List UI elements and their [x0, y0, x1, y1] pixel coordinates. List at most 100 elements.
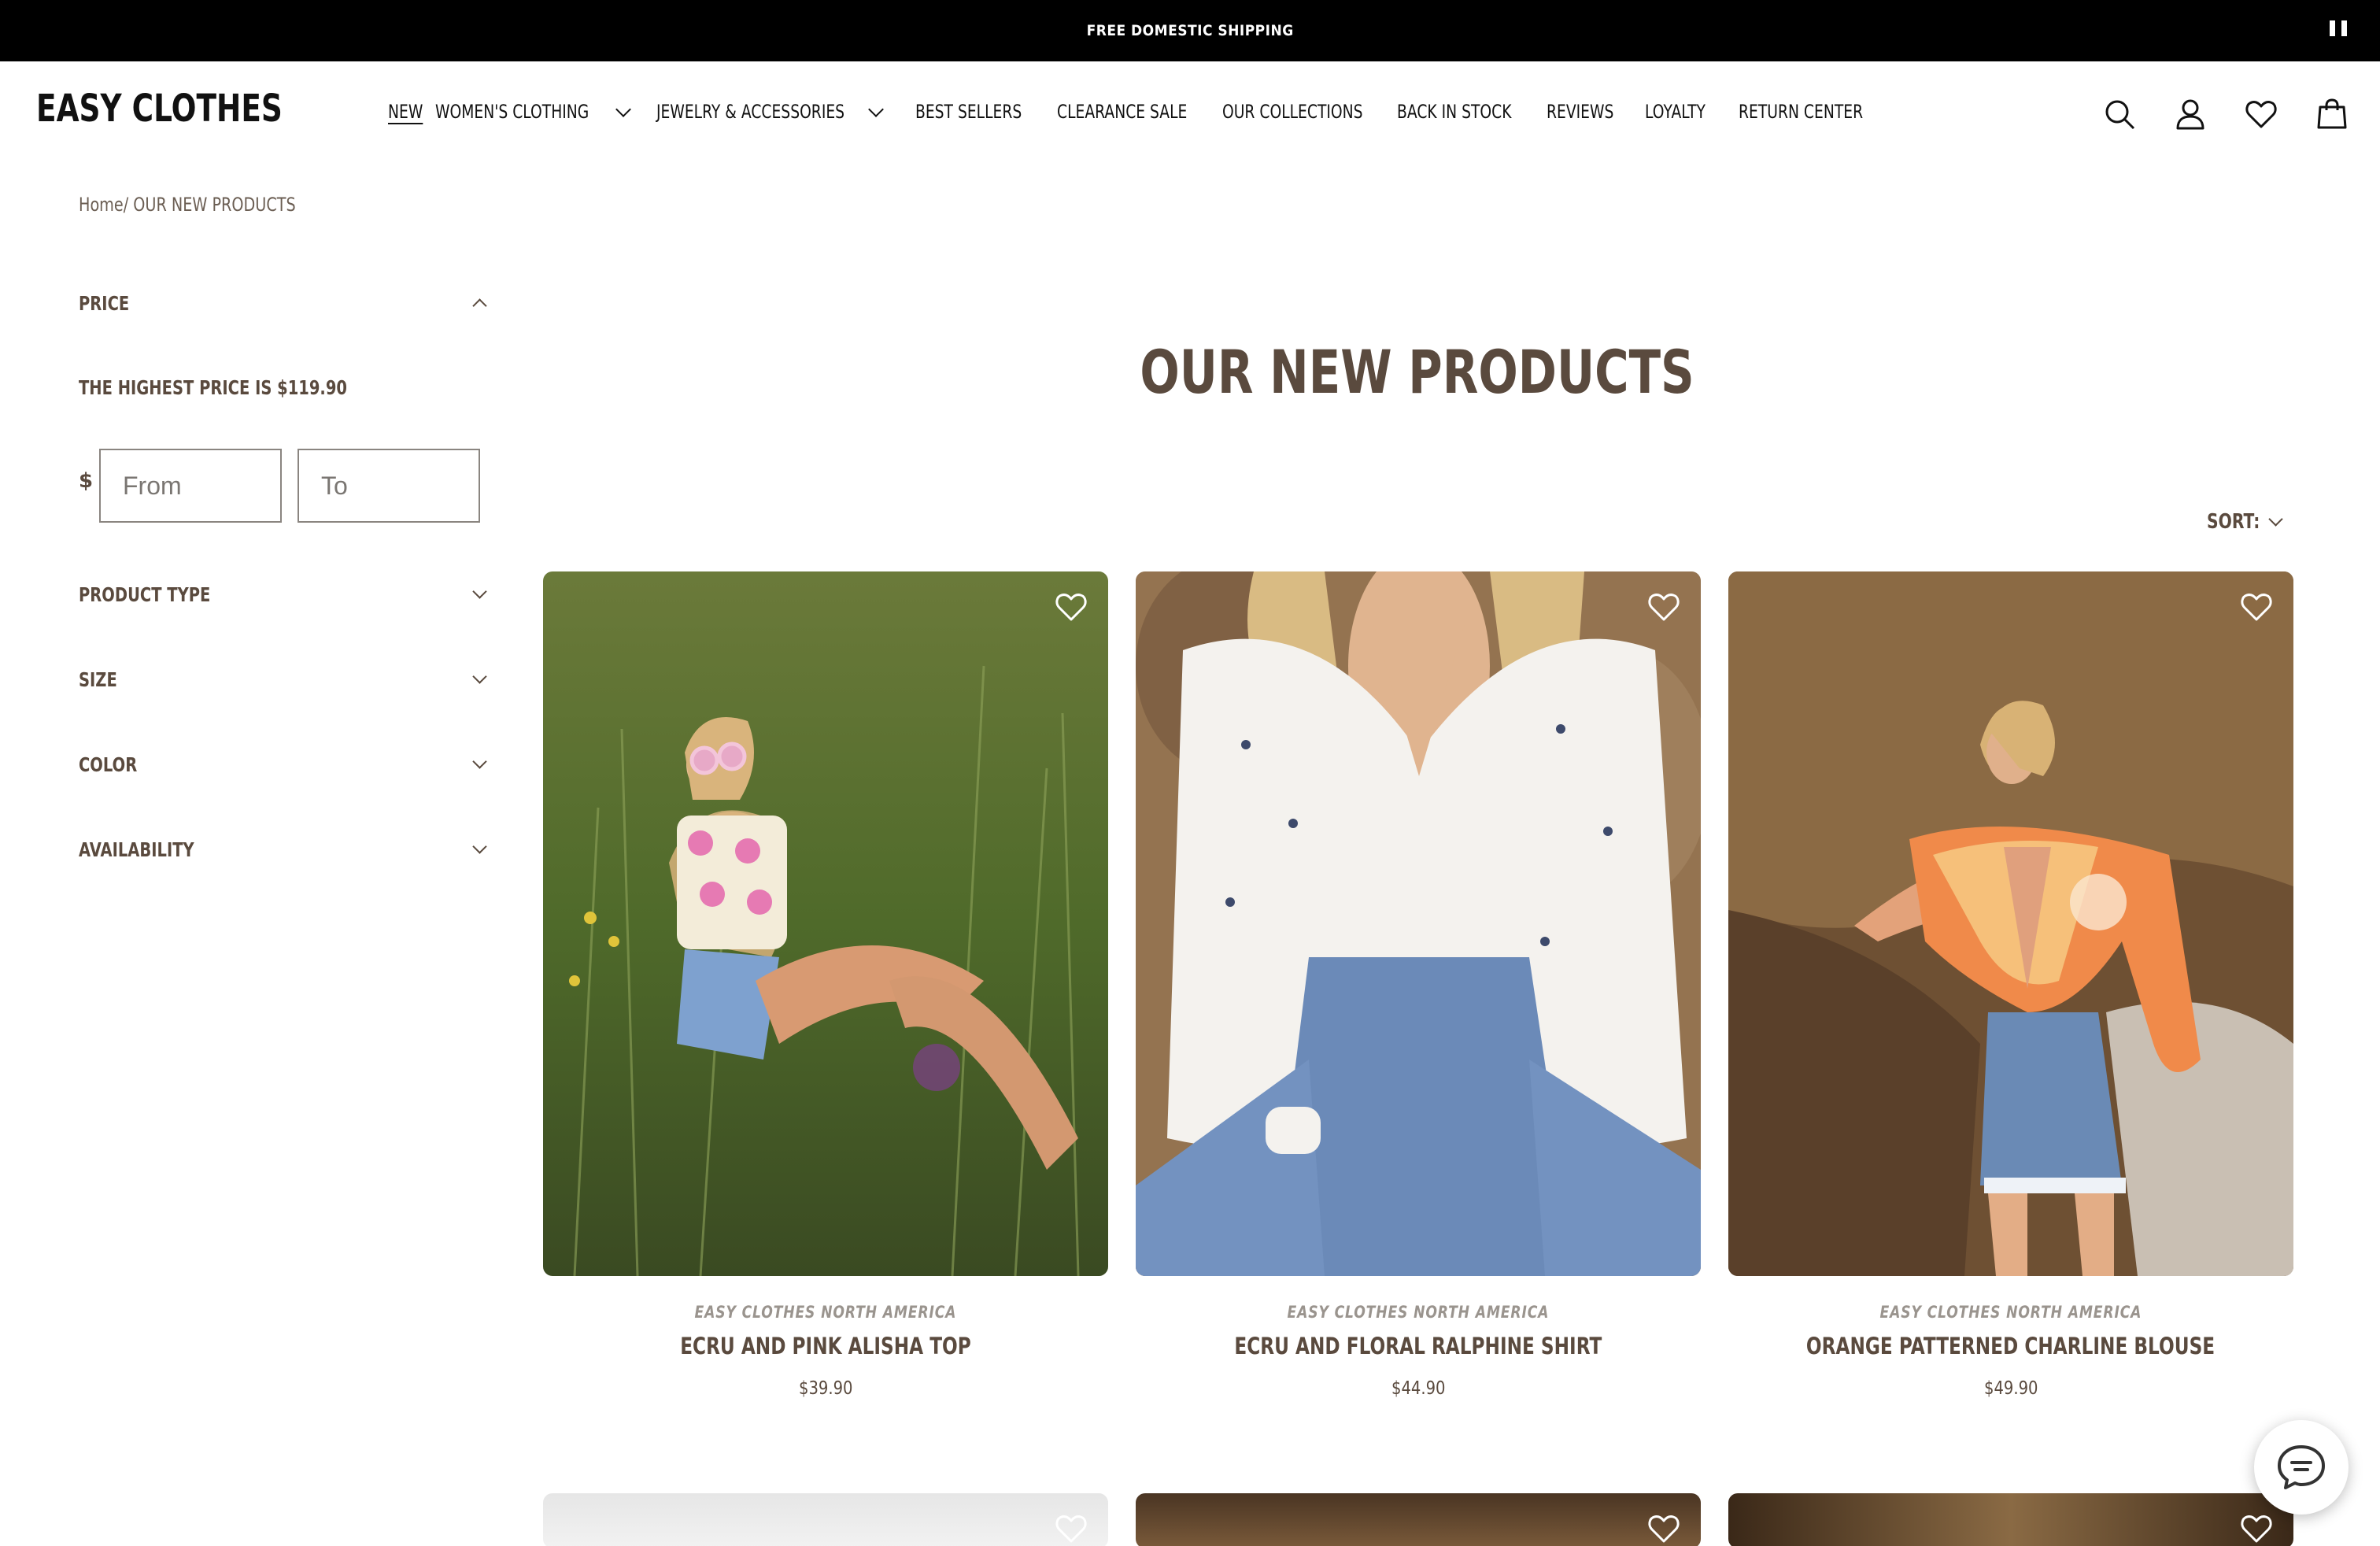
filter-title: AVAILABILITY — [79, 838, 194, 861]
product-brand: EASY CLOTHES NORTH AMERICA — [1879, 1303, 2142, 1322]
nav-item-reviews[interactable]: REVIEWS — [1547, 101, 1645, 123]
nav-item-womens-clothing[interactable]: WOMEN'S CLOTHING — [435, 101, 656, 123]
product-card: EASY CLOTHES NORTH AMERICA ORANGE PATTER… — [1728, 571, 2293, 1399]
price-to-input[interactable] — [298, 449, 480, 523]
breadcrumb-current: OUR NEW PRODUCTS — [133, 194, 296, 216]
product-brand-wrap: EASY CLOTHES NORTH AMERICA — [1136, 1303, 1701, 1322]
nav-item-label: WOMEN'S CLOTHING — [435, 101, 589, 123]
chevron-down-icon — [2268, 511, 2283, 527]
main-nav: NEW WOMEN'S CLOTHING JEWELRY & ACCESSORI… — [388, 101, 1888, 123]
chevron-down-icon — [472, 753, 487, 769]
chevron-down-icon — [472, 668, 487, 684]
product-name[interactable]: ECRU AND PINK ALISHA TOP — [680, 1333, 971, 1359]
product-price-wrap: $39.90 — [543, 1378, 1108, 1399]
search-icon[interactable] — [2103, 98, 2136, 131]
chat-button[interactable] — [2254, 1420, 2349, 1515]
product-image[interactable] — [1728, 1493, 2293, 1546]
announcement-bar: FREE DOMESTIC SHIPPING — [0, 0, 2380, 61]
nav-item-our-collections[interactable]: OUR COLLECTIONS — [1222, 101, 1397, 123]
header-icons — [2103, 98, 2349, 131]
nav-item-best-sellers[interactable]: BEST SELLERS — [915, 101, 1057, 123]
nav-item-label: LOYALTY — [1645, 101, 1706, 123]
nav-item-label: REVIEWS — [1547, 101, 1614, 123]
chevron-up-icon — [472, 298, 487, 313]
chat-bubble-icon — [2278, 1445, 2325, 1489]
chevron-down-icon — [472, 583, 487, 599]
highest-price-text: THE HIGHEST PRICE IS $119.90 — [79, 376, 347, 399]
product-image[interactable] — [543, 1493, 1108, 1546]
nav-item-label: BEST SELLERS — [915, 101, 1022, 123]
product-name-wrap: ORANGE PATTERNED CHARLINE BLOUSE — [1728, 1333, 2293, 1359]
nav-item-clearance-sale[interactable]: CLEARANCE SALE — [1057, 101, 1222, 123]
wishlist-heart-icon[interactable] — [1055, 1512, 1088, 1545]
chevron-down-icon — [868, 102, 885, 117]
filter-title: PRICE — [79, 291, 130, 315]
product-image[interactable] — [1728, 571, 2293, 1276]
product-image[interactable] — [1136, 571, 1701, 1276]
price-from-input[interactable] — [99, 449, 282, 523]
breadcrumb: Home/ OUR NEW PRODUCTS — [79, 194, 296, 216]
cart-icon[interactable] — [2315, 98, 2349, 131]
site-header: EASY CLOTHES NEW WOMEN'S CLOTHING JEWELR… — [0, 61, 2380, 168]
nav-item-jewelry-accessories[interactable]: JEWELRY & ACCESSORIES — [656, 101, 915, 123]
filter-size-toggle[interactable]: SIZE — [79, 664, 490, 695]
product-brand: EASY CLOTHES NORTH AMERICA — [1287, 1303, 1550, 1322]
filter-title: COLOR — [79, 753, 138, 776]
product-image[interactable] — [543, 571, 1108, 1276]
product-brand: EASY CLOTHES NORTH AMERICA — [694, 1303, 957, 1322]
product-name-wrap: ECRU AND FLORAL RALPHINE SHIRT — [1136, 1333, 1701, 1359]
pause-icon[interactable] — [2330, 20, 2347, 39]
product-price: $49.90 — [1983, 1378, 2038, 1399]
product-name[interactable]: ORANGE PATTERNED CHARLINE BLOUSE — [1806, 1333, 2215, 1359]
nav-item-return-center[interactable]: RETURN CENTER — [1739, 101, 1888, 123]
chevron-down-icon — [472, 838, 487, 854]
filter-title: SIZE — [79, 668, 117, 691]
product-card — [543, 1493, 1108, 1546]
breadcrumb-home[interactable]: Home — [79, 194, 124, 216]
nav-item-label: JEWELRY & ACCESSORIES — [656, 101, 845, 123]
wishlist-heart-icon[interactable] — [2240, 590, 2273, 623]
page-title: OUR NEW PRODUCTS — [543, 337, 2292, 407]
site-logo[interactable]: EASY CLOTHES — [36, 87, 283, 131]
breadcrumb-separator: / — [123, 194, 129, 216]
filter-availability-toggle[interactable]: AVAILABILITY — [79, 834, 490, 865]
product-photo — [543, 571, 1108, 1276]
currency-symbol: $ — [79, 469, 94, 493]
product-card — [1728, 1493, 2293, 1546]
nav-item-label: CLEARANCE SALE — [1057, 101, 1188, 123]
wishlist-heart-icon[interactable] — [1647, 1512, 1680, 1545]
page-title-text: OUR NEW PRODUCTS — [1140, 337, 1695, 407]
chevron-down-icon — [615, 102, 632, 117]
product-photo — [1728, 571, 2293, 1276]
product-image[interactable] — [1136, 1493, 1701, 1546]
announcement-text: FREE DOMESTIC SHIPPING — [1086, 22, 1294, 39]
sort-dropdown[interactable]: SORT: — [2192, 510, 2286, 534]
filter-product-type-toggle[interactable]: PRODUCT TYPE — [79, 579, 490, 610]
product-card — [1136, 1493, 1701, 1546]
nav-item-label: NEW — [388, 101, 423, 123]
product-name[interactable]: ECRU AND FLORAL RALPHINE SHIRT — [1235, 1333, 1602, 1359]
product-card: EASY CLOTHES NORTH AMERICA ECRU AND FLOR… — [1136, 571, 1701, 1399]
wishlist-heart-icon[interactable] — [2245, 98, 2278, 131]
filter-color-toggle[interactable]: COLOR — [79, 749, 490, 780]
product-brand-wrap: EASY CLOTHES NORTH AMERICA — [1728, 1303, 2293, 1322]
nav-item-back-in-stock[interactable]: BACK IN STOCK — [1397, 101, 1547, 123]
product-card: EASY CLOTHES NORTH AMERICA ECRU AND PINK… — [543, 571, 1108, 1399]
nav-item-new[interactable]: NEW — [388, 101, 435, 123]
product-price: $44.90 — [1391, 1378, 1446, 1399]
product-price-wrap: $49.90 — [1728, 1378, 2293, 1399]
nav-item-label: OUR COLLECTIONS — [1222, 101, 1363, 123]
product-brand-wrap: EASY CLOTHES NORTH AMERICA — [543, 1303, 1108, 1322]
wishlist-heart-icon[interactable] — [1647, 590, 1680, 623]
product-price-wrap: $44.90 — [1136, 1378, 1701, 1399]
filter-title: PRODUCT TYPE — [79, 583, 211, 606]
product-price: $39.90 — [798, 1378, 853, 1399]
product-name-wrap: ECRU AND PINK ALISHA TOP — [543, 1333, 1108, 1359]
nav-item-loyalty[interactable]: LOYALTY — [1645, 101, 1739, 123]
wishlist-heart-icon[interactable] — [1055, 590, 1088, 623]
account-icon[interactable] — [2174, 98, 2207, 131]
sort-label: SORT: — [2206, 510, 2260, 534]
wishlist-heart-icon[interactable] — [2240, 1512, 2273, 1545]
filter-price-toggle[interactable]: PRICE — [79, 287, 490, 319]
nav-item-label: BACK IN STOCK — [1397, 101, 1512, 123]
